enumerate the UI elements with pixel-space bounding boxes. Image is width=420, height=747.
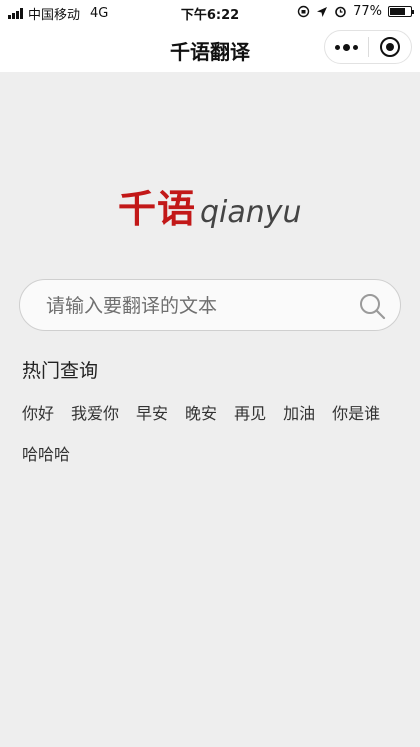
- search-box: [19, 279, 401, 331]
- location-icon: [317, 6, 328, 17]
- hot-tag[interactable]: 早安: [136, 402, 168, 426]
- search-input[interactable]: [46, 292, 346, 320]
- rotation-lock-icon: [297, 5, 310, 18]
- hot-tag[interactable]: 晚安: [185, 402, 217, 426]
- battery-icon: [388, 6, 414, 17]
- hot-search-title: 热门查询: [22, 360, 99, 382]
- close-button[interactable]: [369, 31, 412, 63]
- alarm-icon: [335, 6, 346, 18]
- hot-tag[interactable]: 你好: [22, 402, 54, 426]
- status-bar: 中国移动 4G 下午6:22 77%: [0, 0, 420, 24]
- hot-tag[interactable]: 哈哈哈: [22, 443, 70, 467]
- hot-tag[interactable]: 我爱你: [71, 402, 119, 426]
- more-dot-icon: [334, 44, 340, 50]
- hot-tag[interactable]: 加油: [283, 402, 315, 426]
- hot-tag[interactable]: 你是谁: [332, 402, 380, 426]
- hot-tag-list: 你好 我爱你 早安 晚安 再见 加油 你是谁哈哈哈: [22, 402, 402, 484]
- battery-percent: 77%: [353, 4, 382, 19]
- search-icon[interactable]: [358, 292, 386, 320]
- app-logo: 千语 qianyu: [118, 178, 302, 233]
- more-dot-icon: [342, 43, 350, 51]
- nav-bar: 千语翻译: [0, 24, 420, 72]
- logo-en-text: qianyu: [200, 195, 302, 230]
- more-dot-icon: [352, 44, 358, 50]
- more-button[interactable]: [325, 31, 368, 63]
- hot-tag[interactable]: 再见: [234, 402, 266, 426]
- logo-cn-text: 千语: [118, 187, 197, 231]
- mini-program-capsule: [324, 30, 412, 64]
- close-target-icon: [379, 37, 400, 57]
